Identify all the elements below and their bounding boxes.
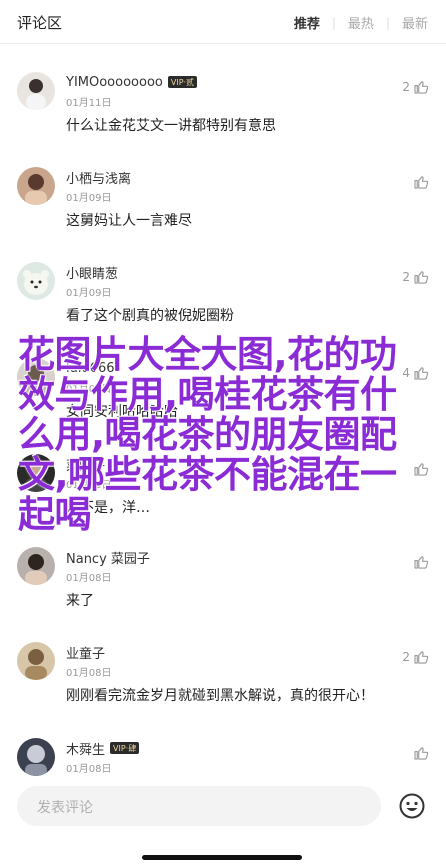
comment-date: 01月08日 <box>66 668 112 679</box>
comment-text: 什么让金花艾文一讲都特别有意思 <box>66 118 276 134</box>
comment-text: 刚刚看完流金岁月就碰到黑水解说，真的很开心！ <box>66 688 374 704</box>
thumb-up-icon <box>414 271 429 284</box>
tab-hottest[interactable]: 最热 <box>348 13 374 32</box>
username[interactable]: 小栖与浅离 <box>66 168 131 187</box>
name-row: YIMOoooooooo VIP·贰 <box>66 73 198 91</box>
avatar[interactable] <box>17 547 55 585</box>
like-button[interactable]: 2 <box>402 268 430 286</box>
avatar[interactable] <box>17 738 55 776</box>
comment-date: 01月09日 <box>66 288 112 299</box>
username[interactable]: 木舜生 <box>66 739 105 758</box>
username[interactable]: YIMOoooooooo <box>66 75 163 90</box>
tab-recommended[interactable]: 推荐 <box>294 13 320 32</box>
username[interactable]: 业童子 <box>66 643 105 662</box>
name-row: 小眼睛葱 <box>66 263 118 282</box>
like-button[interactable] <box>410 173 430 191</box>
username[interactable]: Nancy 菜园子 <box>66 548 150 567</box>
comment-text: 看了这个剧真的被倪妮圈粉 <box>66 308 234 324</box>
comment-date: 01月11日 <box>66 98 112 109</box>
tab-divider: | <box>385 15 390 30</box>
comment-date: 01月08日 <box>66 764 112 775</box>
thumb-up-icon <box>414 176 429 189</box>
avatar[interactable] <box>17 262 55 300</box>
name-row: 木舜生 VIP·肆 <box>66 739 140 758</box>
thumb-up-icon <box>414 81 429 94</box>
avatar[interactable] <box>17 72 55 110</box>
sort-tabs: 推荐 | 最热 | 最新 <box>294 13 428 33</box>
thumb-up-icon <box>414 556 429 569</box>
name-row: Nancy 菜园子 <box>66 548 150 567</box>
smiley-icon <box>399 793 425 819</box>
comment-item: YIMOoooooooo VIP·贰 01月11日 2 什么让金花艾文一讲都特别… <box>0 72 446 167</box>
thumb-up-icon <box>414 747 429 760</box>
avatar[interactable] <box>17 642 55 680</box>
name-row: 小栖与浅离 <box>66 168 131 187</box>
like-button[interactable] <box>410 744 430 762</box>
comment-text: 这舅妈让人一言难尽 <box>66 213 192 229</box>
comment-input[interactable] <box>35 786 359 828</box>
overlay-title: 花图片大全大图,花的功效与作用,喝桂花茶有什么用,喝花茶的朋友圈配文,哪些花茶不… <box>18 333 397 536</box>
comment-date: 01月09日 <box>66 193 112 204</box>
comment-input-bar <box>0 780 446 868</box>
comment-item: 业童子 01月08日 2 刚刚看完流金岁月就碰到黑水解说，真的很开心！ <box>0 642 446 737</box>
username[interactable]: 小眼睛葱 <box>66 263 118 282</box>
tab-newest[interactable]: 最新 <box>402 13 428 32</box>
comments-header: 评论区 推荐 | 最热 | 最新 <box>0 0 446 44</box>
comment-date: 01月08日 <box>66 573 112 584</box>
like-button[interactable] <box>410 553 430 571</box>
vip-badge: VIP·贰 <box>167 76 198 88</box>
thumb-up-icon <box>414 651 429 664</box>
comment-item: 小栖与浅离 01月09日 这舅妈让人一言难尽 <box>0 167 446 262</box>
like-button[interactable]: 2 <box>402 78 430 96</box>
name-row: 业童子 <box>66 643 105 662</box>
tab-divider: | <box>331 15 336 30</box>
emoji-button[interactable] <box>398 792 426 820</box>
like-button[interactable]: 2 <box>402 648 430 666</box>
section-title: 评论区 <box>17 14 63 32</box>
avatar[interactable] <box>17 167 55 205</box>
comment-input-box <box>17 786 381 828</box>
like-count: 2 <box>402 270 410 284</box>
comment-item: Nancy 菜园子 01月08日 来了 <box>0 547 446 642</box>
comment-text: 来了 <box>66 593 94 609</box>
vip-badge: VIP·肆 <box>110 742 140 754</box>
like-count: 2 <box>402 80 410 94</box>
like-count: 2 <box>402 650 410 664</box>
home-indicator <box>142 855 302 860</box>
